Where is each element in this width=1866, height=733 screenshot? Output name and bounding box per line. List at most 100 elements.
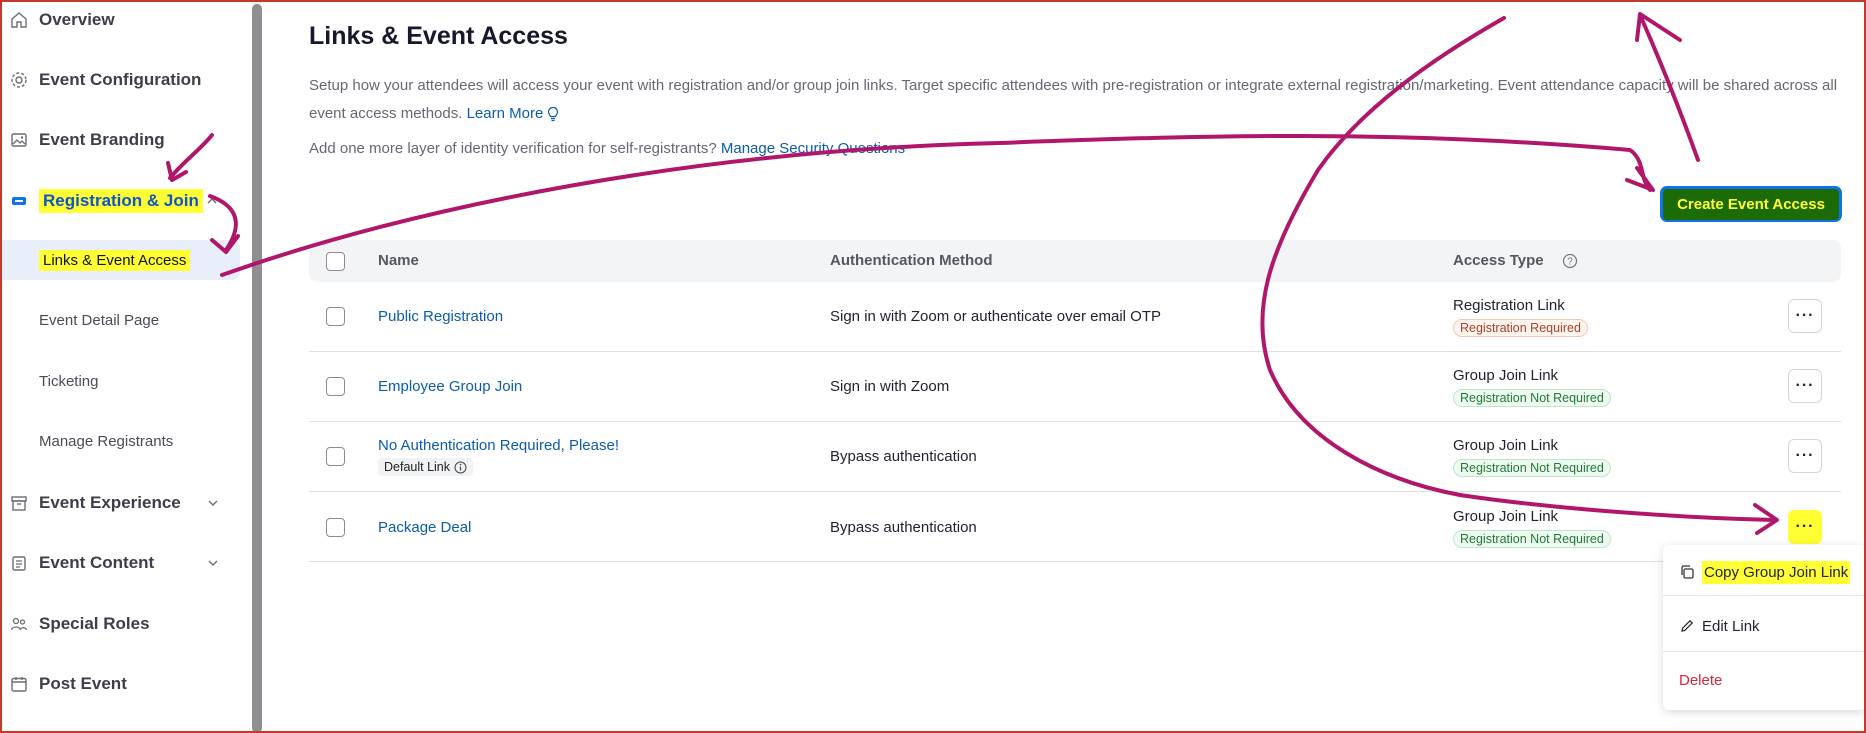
more-icon: ··· [1795, 377, 1815, 394]
lightbulb-icon[interactable] [546, 106, 560, 122]
chevron-down-icon [208, 560, 218, 566]
verify-text: Add one more layer of identity verificat… [309, 140, 717, 157]
access-name-link[interactable]: Public Registration [378, 308, 503, 325]
learn-more-link[interactable]: Learn More [467, 105, 544, 122]
sidebar-item-label: Registration & Join [39, 189, 203, 213]
row-checkbox[interactable] [326, 307, 345, 326]
table-row: No Authentication Required, Please! Defa… [309, 422, 1841, 492]
sidebar-scrollbar-thumb[interactable] [252, 4, 262, 733]
calendar-icon [9, 674, 29, 694]
sidebar-subitem-manage-registrants[interactable]: Manage Registrants [0, 421, 240, 461]
row-checkbox[interactable] [326, 447, 345, 466]
sidebar-item-label: Event Experience [39, 493, 181, 512]
access-name-link[interactable]: Employee Group Join [378, 378, 522, 395]
access-type-text: Group Join Link [1453, 367, 1559, 384]
table-header: Name Authentication Method Access Type ? [309, 240, 1841, 282]
column-header-auth-method: Authentication Method [830, 252, 993, 269]
more-options-button[interactable]: ··· [1788, 299, 1822, 333]
column-header-access-type: Access Type [1453, 252, 1544, 269]
sidebar-item-event-content[interactable]: Event Content [0, 543, 250, 583]
info-icon[interactable] [454, 461, 467, 474]
sidebar-item-label: Event Content [39, 553, 155, 572]
more-icon: ··· [1795, 307, 1815, 324]
more-icon: ··· [1795, 518, 1815, 535]
select-all-checkbox[interactable] [326, 252, 345, 271]
access-type-text: Group Join Link [1453, 437, 1559, 454]
sidebar-subitem-label: Event Detail Page [39, 311, 160, 329]
more-options-button[interactable]: ··· [1788, 510, 1822, 544]
home-icon [9, 10, 29, 30]
sidebar-item-label: Special Roles [39, 614, 150, 633]
sidebar-item-registration-join[interactable]: Registration & Join [0, 181, 250, 221]
access-type-text: Group Join Link [1453, 508, 1559, 525]
default-link-chip: Default Link [378, 458, 474, 476]
sidebar-item-label: Overview [39, 10, 115, 29]
table-row: Package Deal Bypass authentication Group… [309, 492, 1841, 562]
copy-icon [1681, 565, 1694, 579]
archive-icon [9, 493, 29, 513]
gear-icon [9, 70, 29, 90]
sidebar-item-label: Event Configuration [39, 70, 202, 89]
status-badge: Registration Not Required [1453, 530, 1611, 548]
sidebar-subitem-links-event-access[interactable]: Links & Event Access [0, 240, 240, 280]
more-options-button[interactable]: ··· [1788, 439, 1822, 473]
copy-group-join-link-item[interactable]: Copy Group Join Link [1663, 552, 1866, 592]
delete-item[interactable]: Delete [1663, 660, 1866, 700]
sidebar-subitem-event-detail-page[interactable]: Event Detail Page [0, 300, 240, 340]
menu-divider [1663, 595, 1866, 596]
sidebar-item-special-roles[interactable]: Special Roles [0, 604, 250, 644]
auth-method-text: Sign in with Zoom [830, 378, 950, 395]
sidebar-item-event-configuration[interactable]: Event Configuration [0, 60, 250, 100]
svg-text:?: ? [1567, 257, 1573, 268]
page-title: Links & Event Access [309, 22, 568, 50]
edit-link-item[interactable]: Edit Link [1663, 606, 1866, 646]
menu-item-label: Delete [1679, 671, 1723, 689]
sidebar-subitem-ticketing[interactable]: Ticketing [0, 361, 240, 401]
pencil-icon [1681, 619, 1694, 632]
row-actions-menu: Copy Group Join Link Edit Link Delete [1663, 545, 1866, 710]
status-badge: Registration Not Required [1453, 389, 1611, 407]
status-badge: Registration Not Required [1453, 459, 1611, 477]
table-row: Public Registration Sign in with Zoom or… [309, 282, 1841, 352]
table-row: Employee Group Join Sign in with Zoom Gr… [309, 352, 1841, 422]
sidebar-item-event-experience[interactable]: Event Experience [0, 483, 250, 523]
more-options-button[interactable]: ··· [1788, 369, 1822, 403]
access-name-link[interactable]: No Authentication Required, Please! [378, 437, 619, 454]
access-name-link[interactable]: Package Deal [378, 519, 471, 536]
create-event-access-label: Create Event Access [1663, 188, 1839, 220]
manage-security-questions-link[interactable]: Manage Security Questions [721, 140, 905, 157]
ticket-icon [9, 191, 29, 211]
sidebar: Overview Event Configuration Event Brand… [0, 0, 252, 733]
sidebar-subitem-label: Ticketing [39, 372, 99, 390]
menu-item-label: Copy Group Join Link [1702, 560, 1851, 584]
main-content: Links & Event Access Setup how your atte… [262, 0, 1866, 733]
sidebar-item-overview[interactable]: Overview [0, 0, 250, 40]
sidebar-item-post-event[interactable]: Post Event [0, 664, 250, 704]
row-checkbox[interactable] [326, 377, 345, 396]
people-icon [9, 614, 29, 634]
more-icon: ··· [1795, 447, 1815, 464]
chevron-down-icon [208, 500, 218, 506]
sidebar-item-label: Event Branding [39, 130, 165, 149]
auth-method-text: Sign in with Zoom or authenticate over e… [830, 308, 1161, 325]
column-header-name: Name [378, 252, 419, 269]
image-icon [9, 130, 29, 150]
chevron-up-icon [207, 198, 217, 204]
status-badge: Registration Required [1453, 319, 1588, 337]
access-type-text: Registration Link [1453, 297, 1565, 314]
sidebar-subitem-label: Links & Event Access [39, 249, 191, 271]
default-link-label: Default Link [384, 460, 451, 474]
row-checkbox[interactable] [326, 518, 345, 537]
menu-item-label: Edit Link [1702, 617, 1760, 635]
help-icon[interactable]: ? [1562, 253, 1578, 269]
sidebar-item-event-branding[interactable]: Event Branding [0, 120, 250, 160]
auth-method-text: Bypass authentication [830, 519, 977, 536]
menu-divider [1663, 651, 1866, 652]
security-verification-text: Add one more layer of identity verificat… [309, 140, 905, 157]
sidebar-subitem-label: Manage Registrants [39, 432, 174, 450]
sidebar-item-label: Post Event [39, 674, 127, 693]
auth-method-text: Bypass authentication [830, 448, 977, 465]
page-description: Setup how your attendees will access you… [309, 72, 1866, 128]
clipboard-icon [9, 553, 29, 573]
create-event-access-button[interactable]: Create Event Access [1660, 186, 1842, 222]
